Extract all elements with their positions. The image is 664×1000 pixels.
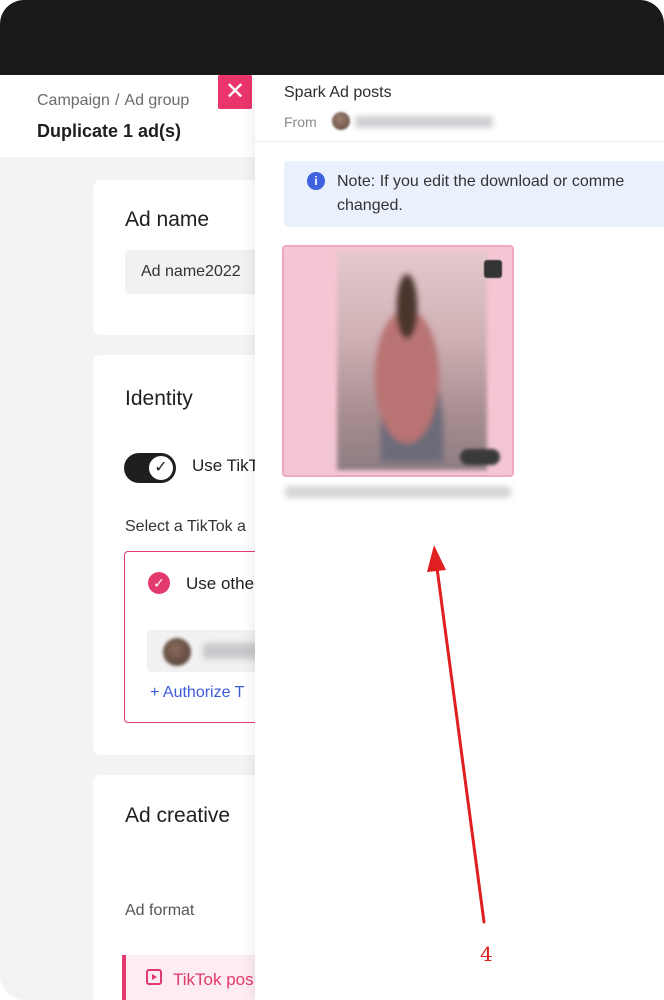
avatar: [332, 112, 350, 130]
blurred-account-name: [203, 643, 255, 659]
post-video-subject: [357, 272, 457, 462]
left-page-clip: Campaign / Ad group Duplicate 1 ad(s) Ad n…: [0, 0, 255, 1000]
check-icon: ✓: [149, 456, 173, 480]
note-text: Note: If you edit the download or comme …: [337, 173, 625, 214]
post-duration-badge: [460, 449, 500, 465]
spark-ad-posts-drawer: Spark Ad posts From i Note: If you edit …: [255, 75, 664, 1000]
breadcrumb-ad-group[interactable]: Ad group: [124, 92, 189, 109]
app-frame: Campaign / Ad group Duplicate 1 ad(s) Ad n…: [0, 0, 664, 1000]
close-icon: ✕: [224, 78, 246, 105]
spark-post-thumbnail[interactable]: [282, 245, 514, 477]
blurred-account-name: [355, 116, 493, 128]
checkmark-circle-icon: ✓: [148, 572, 170, 594]
drawer-title: Spark Ad posts: [284, 84, 392, 101]
divider: [255, 141, 664, 142]
tiktok-post-label[interactable]: TikTok pos: [173, 970, 254, 990]
breadcrumb-separator: /: [114, 92, 120, 109]
post-caption-blurred: [285, 486, 511, 498]
toggle-label: Use TikTok: [192, 456, 255, 475]
identity-title: Identity: [125, 387, 193, 410]
authorize-link[interactable]: + Authorize T: [150, 684, 244, 702]
breadcrumb-campaign[interactable]: Campaign: [37, 92, 110, 109]
breadcrumb: Campaign / Ad group: [37, 92, 189, 110]
page-title: Duplicate 1 ad(s): [37, 121, 182, 141]
ad-name-title: Ad name: [125, 208, 210, 231]
from-label: From: [284, 114, 317, 130]
close-drawer-button[interactable]: ✕: [218, 75, 252, 109]
select-account-label: Select a TikTok a: [125, 518, 246, 535]
ad-name-input[interactable]: Ad name2022: [125, 250, 255, 294]
info-icon: i: [307, 172, 325, 190]
ad-creative-title: Ad creative: [125, 804, 231, 827]
use-tiktok-toggle[interactable]: ✓: [124, 453, 176, 483]
use-other-option-label[interactable]: Use othe: [186, 574, 254, 594]
annotation-label: 4: [480, 942, 493, 966]
ad-format-label: Ad format: [125, 902, 195, 919]
video-icon: [146, 969, 162, 985]
drawer-header: Spark Ad posts From: [255, 75, 664, 141]
post-badge-icon: [484, 260, 502, 278]
avatar: [163, 638, 191, 666]
